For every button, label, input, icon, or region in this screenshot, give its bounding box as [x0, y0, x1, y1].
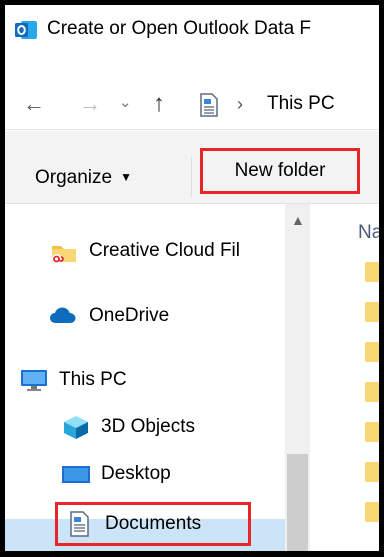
- breadcrumb-this-pc[interactable]: This PC: [267, 93, 335, 115]
- cube-icon: [61, 414, 91, 440]
- computer-icon: [19, 367, 49, 393]
- folder-icon[interactable]: [365, 502, 379, 522]
- onedrive-cloud-icon: [49, 303, 79, 329]
- divider: [191, 157, 192, 197]
- navigation-pane: Creative Cloud Fil OneDrive This PC 3D O…: [5, 204, 285, 551]
- new-folder-label: New folder: [234, 160, 326, 181]
- caret-down-icon: ▼: [120, 170, 132, 184]
- organize-button[interactable]: Organize ▼: [35, 167, 132, 189]
- folder-icon[interactable]: [365, 302, 379, 322]
- title-bar: Create or Open Outlook Data F: [5, 5, 379, 55]
- command-bar: Organize ▼ New folder: [5, 131, 379, 203]
- sidebar-item-3d-objects[interactable]: 3D Objects: [61, 407, 195, 447]
- sidebar-item-label: Creative Cloud Fil: [89, 240, 240, 261]
- sidebar-item-label: Desktop: [101, 463, 171, 484]
- sidebar-item-onedrive[interactable]: OneDrive: [49, 296, 169, 336]
- navigation-scrollbar[interactable]: ▲: [285, 204, 310, 551]
- outlook-icon: [15, 21, 37, 39]
- sidebar-item-label: 3D Objects: [101, 416, 195, 437]
- column-header-name[interactable]: Na: [358, 222, 379, 244]
- sidebar-item-desktop[interactable]: Desktop: [61, 454, 171, 494]
- scroll-up-arrow-icon[interactable]: ▲: [291, 212, 305, 228]
- folder-icon[interactable]: [365, 422, 379, 442]
- folder-icon[interactable]: [365, 382, 379, 402]
- creative-cloud-icon: [49, 238, 79, 264]
- sidebar-item-this-pc[interactable]: This PC: [19, 360, 127, 400]
- window-title: Create or Open Outlook Data F: [47, 18, 312, 39]
- file-dialog-window: Create or Open Outlook Data F ← → ⌄ ↑ › …: [5, 5, 379, 551]
- back-arrow-icon[interactable]: ←: [23, 91, 45, 117]
- sidebar-item-label: OneDrive: [89, 305, 170, 326]
- divider: [5, 129, 379, 130]
- folder-icon[interactable]: [365, 262, 379, 282]
- file-list-pane: Na: [310, 204, 379, 551]
- new-folder-button[interactable]: New folder: [200, 148, 360, 194]
- documents-highlight-box: [55, 502, 251, 546]
- sidebar-item-creative-cloud[interactable]: Creative Cloud Fil: [49, 231, 240, 271]
- folder-icon[interactable]: [365, 462, 379, 482]
- up-arrow-icon[interactable]: ↑: [153, 90, 165, 118]
- breadcrumb-separator-icon: ›: [237, 94, 243, 114]
- document-icon: [200, 93, 218, 117]
- sidebar-item-label: This PC: [59, 369, 127, 390]
- desktop-icon: [61, 461, 91, 487]
- organize-label: Organize: [35, 167, 113, 188]
- recent-locations-chevron-icon[interactable]: ⌄: [119, 93, 132, 111]
- folder-icon[interactable]: [365, 342, 379, 362]
- navigation-bar: ← → ⌄ ↑ › This PC: [5, 83, 379, 127]
- forward-arrow-icon[interactable]: →: [79, 91, 101, 117]
- scrollbar-thumb[interactable]: [287, 454, 308, 551]
